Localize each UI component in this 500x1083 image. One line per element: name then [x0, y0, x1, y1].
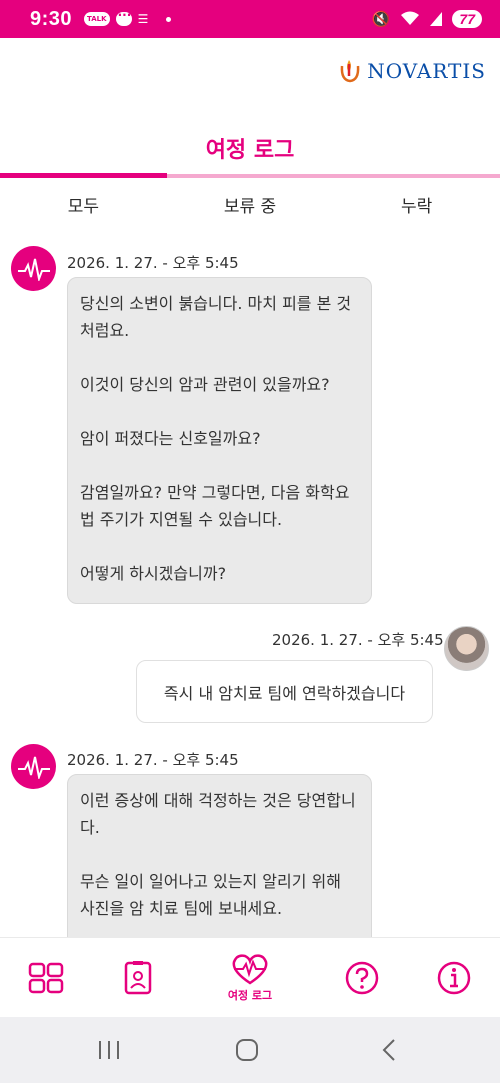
message-notification-icon: ☰: [137, 12, 149, 26]
nav-item-dashboard[interactable]: [22, 938, 70, 1018]
tab-missed[interactable]: 누락: [333, 192, 500, 226]
info-icon: [437, 961, 471, 995]
message-paragraph: 이것이 당신의 암과 관련이 있을까요?: [80, 375, 330, 394]
brand-name: NOVARTIS: [367, 59, 486, 83]
novartis-logo: NOVARTIS: [339, 58, 486, 84]
signal-icon: [430, 12, 443, 26]
battery-indicator: 77: [452, 10, 482, 28]
tab-pending[interactable]: 보류 중: [167, 192, 334, 226]
nav-item-journey-log[interactable]: 여정 로그: [220, 938, 280, 1018]
nav-label: 여정 로그: [227, 989, 273, 1002]
tab-all[interactable]: 모두: [0, 192, 167, 226]
heartbeat-icon: [17, 756, 50, 779]
system-navigation-bar: [0, 1017, 500, 1083]
id-badge-icon: [124, 961, 152, 995]
bot-avatar: [11, 246, 56, 291]
back-icon: [382, 1039, 395, 1061]
grid-icon: [28, 962, 64, 994]
message-paragraph: 당신의 소변이 붉습니다. 마치 피를 본 것처럼요.: [80, 294, 352, 340]
nav-item-help[interactable]: [342, 938, 382, 1018]
novartis-flame-icon: [340, 60, 360, 83]
system-status-icons: 🔇 77: [372, 10, 482, 28]
message-timestamp: 2026. 1. 27. - 오후 5:45: [67, 751, 239, 769]
recent-apps-button[interactable]: [92, 1033, 126, 1067]
mute-icon: 🔇: [371, 10, 391, 28]
nav-item-info[interactable]: [434, 938, 474, 1018]
message-paragraph: 감염일까요? 만약 그렇다면, 다음 화학요법 주기가 지연될 수 있습니다.: [80, 483, 350, 529]
user-message-bubble: 즉시 내 암치료 팀에 연락하겠습니다: [136, 660, 433, 723]
recent-apps-icon: [99, 1041, 119, 1059]
bot-avatar: [11, 744, 56, 789]
heartbeat-icon: [17, 258, 50, 281]
message-paragraph: 이런 증상에 대해 걱정하는 것은 당연합니다.: [80, 791, 356, 837]
message-paragraph: 암이 퍼졌다는 신호일까요?: [80, 429, 261, 448]
home-icon: [236, 1039, 258, 1061]
wifi-icon: [401, 11, 420, 25]
status-bar: 9:30 TALK ☰ 🔇 77: [0, 0, 500, 38]
tab-indicator-active: [0, 173, 167, 178]
message-timestamp: 2026. 1. 27. - 오후 5:45: [67, 254, 239, 272]
talk-notification-icon: TALK: [84, 12, 110, 26]
page-title: 여정 로그: [205, 138, 295, 163]
message-paragraph: 무슨 일이 일어나고 있는지 알리기 위해 사진을 암 치료 팀에 보내세요.: [80, 872, 341, 918]
heart-pulse-icon: [232, 954, 268, 985]
back-button[interactable]: [372, 1033, 406, 1067]
bot-message-bubble: 당신의 소변이 붉습니다. 마치 피를 본 것처럼요. 이것이 당신의 암과 관…: [67, 277, 372, 604]
notification-icons: TALK ☰: [84, 8, 172, 26]
message-paragraph: 어떻게 하시겠습니까?: [80, 564, 227, 583]
bottom-navigation: 여정 로그: [0, 937, 500, 1017]
nav-item-profile[interactable]: [116, 938, 160, 1018]
message-text: 즉시 내 암치료 팀에 연락하겠습니다: [163, 683, 406, 703]
help-icon: [345, 961, 379, 995]
filter-tabs: 모두 보류 중 누락: [0, 192, 500, 226]
home-button[interactable]: [230, 1033, 264, 1067]
chat-notification-icon: [115, 8, 132, 26]
message-timestamp: 2026. 1. 27. - 오후 5:45: [272, 631, 444, 649]
more-notifications-dot-icon: [166, 16, 172, 22]
user-avatar: [444, 626, 489, 671]
status-time: 9:30: [30, 7, 73, 30]
